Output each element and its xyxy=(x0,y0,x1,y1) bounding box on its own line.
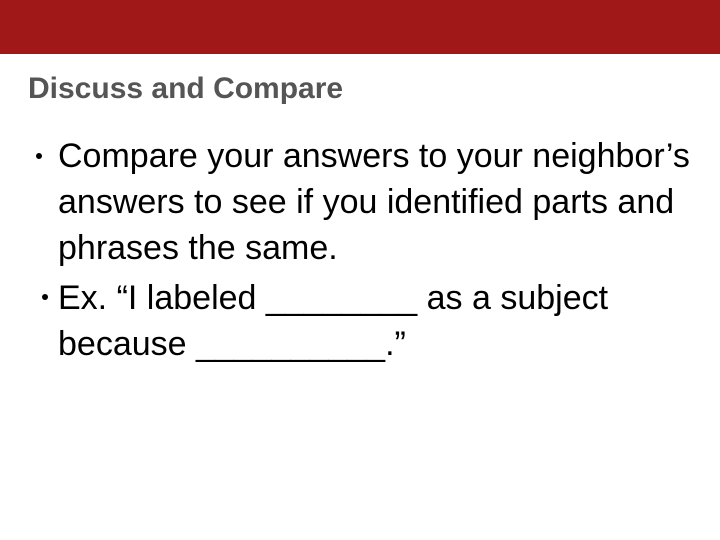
header-banner xyxy=(0,0,720,54)
bullet-text: Ex. “I labeled ________ as a subject bec… xyxy=(58,279,608,363)
bullet-icon xyxy=(42,294,48,300)
list-item: Ex. “I labeled ________ as a subject bec… xyxy=(28,276,692,368)
bullet-list: Compare your answers to your neighbor’s … xyxy=(28,134,692,367)
list-item: Compare your answers to your neighbor’s … xyxy=(28,134,692,272)
bullet-text: Compare your answers to your neighbor’s … xyxy=(58,137,690,267)
slide-content: Discuss and Compare Compare your answers… xyxy=(0,54,720,367)
bullet-icon xyxy=(36,153,42,159)
slide-title: Discuss and Compare xyxy=(28,72,692,106)
